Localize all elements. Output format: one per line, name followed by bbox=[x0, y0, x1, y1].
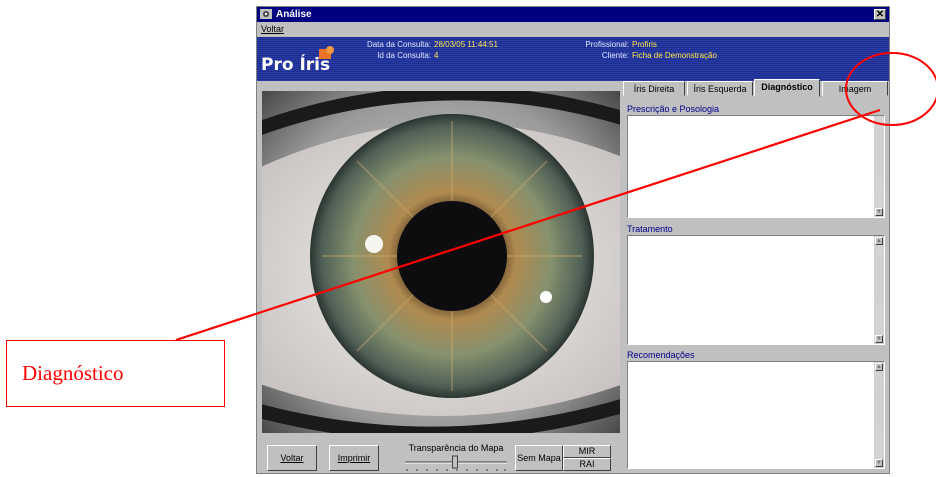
iris-photo bbox=[262, 91, 620, 433]
cliente-value: Ficha de Demonstração bbox=[632, 51, 717, 60]
menu-item-voltar[interactable]: Voltar bbox=[261, 22, 284, 36]
tratamento-scrollbar[interactable]: ▲ ▼ bbox=[874, 236, 884, 344]
data-consulta-value: 28/03/05 11:44:51 bbox=[434, 40, 498, 49]
transparencia-label: Transparência do Mapa bbox=[408, 443, 504, 453]
analise-window: Análise ✕ Voltar Pro Íris Data da Consul… bbox=[256, 6, 890, 474]
prescricao-textarea[interactable]: ▼ bbox=[627, 115, 885, 218]
sem-mapa-button[interactable]: Sem Mapa bbox=[515, 445, 563, 471]
rai-label: RAI bbox=[579, 459, 595, 469]
consultation-header: Pro Íris Data da Consulta: 28/03/05 11:4… bbox=[257, 37, 889, 81]
cliente-label: Cliente: bbox=[601, 51, 629, 60]
tab-iris-esquerda[interactable]: Íris Esquerda bbox=[687, 81, 753, 96]
close-button[interactable]: ✕ bbox=[874, 9, 886, 20]
scroll-up-icon[interactable]: ▲ bbox=[875, 237, 883, 245]
recomendacoes-textarea[interactable]: ▲ ▼ bbox=[627, 361, 885, 469]
prescricao-label: Prescrição e Posologia bbox=[627, 104, 720, 114]
iris-image[interactable] bbox=[262, 91, 620, 433]
tab-imagem-label: Imagem bbox=[838, 84, 872, 94]
window-title: Análise bbox=[276, 9, 312, 20]
tab-iris-direita-label: Íris Direita bbox=[633, 84, 675, 94]
annotation-callout-text: Diagnóstico bbox=[22, 361, 124, 385]
scroll-down-icon[interactable]: ▼ bbox=[875, 208, 883, 216]
slider-thumb bbox=[452, 455, 458, 469]
rai-button[interactable]: RAI bbox=[563, 458, 611, 471]
tab-diagnostico-label: Diagnóstico bbox=[761, 82, 813, 92]
mir-button[interactable]: MIR bbox=[563, 445, 611, 458]
app-icon bbox=[260, 9, 272, 19]
scroll-down-icon[interactable]: ▼ bbox=[875, 335, 883, 343]
id-consulta-label: Id da Consulta: bbox=[377, 51, 431, 60]
tratamento-label: Tratamento bbox=[627, 224, 673, 234]
scroll-down-icon[interactable]: ▼ bbox=[875, 459, 883, 467]
tab-iris-direita[interactable]: Íris Direita bbox=[623, 81, 685, 96]
profissional-value: Profiris bbox=[632, 40, 657, 49]
recomendacoes-scrollbar[interactable]: ▲ ▼ bbox=[874, 362, 884, 468]
pro-iris-logo: Pro Íris bbox=[261, 55, 331, 75]
voltar-button[interactable]: Voltar bbox=[267, 445, 317, 471]
transparencia-slider[interactable] bbox=[403, 453, 509, 473]
profissional-label: Profissional: bbox=[585, 40, 629, 49]
tab-diagnostico[interactable]: Diagnóstico bbox=[754, 79, 820, 97]
tratamento-textarea[interactable]: ▲ ▼ bbox=[627, 235, 885, 345]
imprimir-button[interactable]: Imprimir bbox=[329, 445, 379, 471]
menu-bar: Voltar bbox=[257, 22, 889, 36]
data-consulta-label: Data da Consulta: bbox=[366, 40, 431, 49]
recomendacoes-label: Recomendações bbox=[627, 350, 695, 360]
close-icon: ✕ bbox=[875, 9, 885, 20]
sem-mapa-label: Sem Mapa bbox=[517, 453, 561, 463]
prescricao-scrollbar[interactable]: ▼ bbox=[874, 116, 884, 217]
annotation-callout-box: Diagnóstico bbox=[6, 340, 225, 407]
tab-iris-esquerda-label: Íris Esquerda bbox=[693, 84, 747, 94]
voltar-button-label: Voltar bbox=[280, 453, 304, 463]
window-titlebar: Análise ✕ bbox=[257, 7, 889, 22]
imprimir-button-label: Imprimir bbox=[337, 453, 371, 463]
mir-label: MIR bbox=[578, 446, 596, 456]
scroll-up-icon[interactable]: ▲ bbox=[875, 363, 883, 371]
id-consulta-value: 4 bbox=[434, 51, 439, 60]
tab-imagem[interactable]: Imagem bbox=[822, 81, 888, 96]
